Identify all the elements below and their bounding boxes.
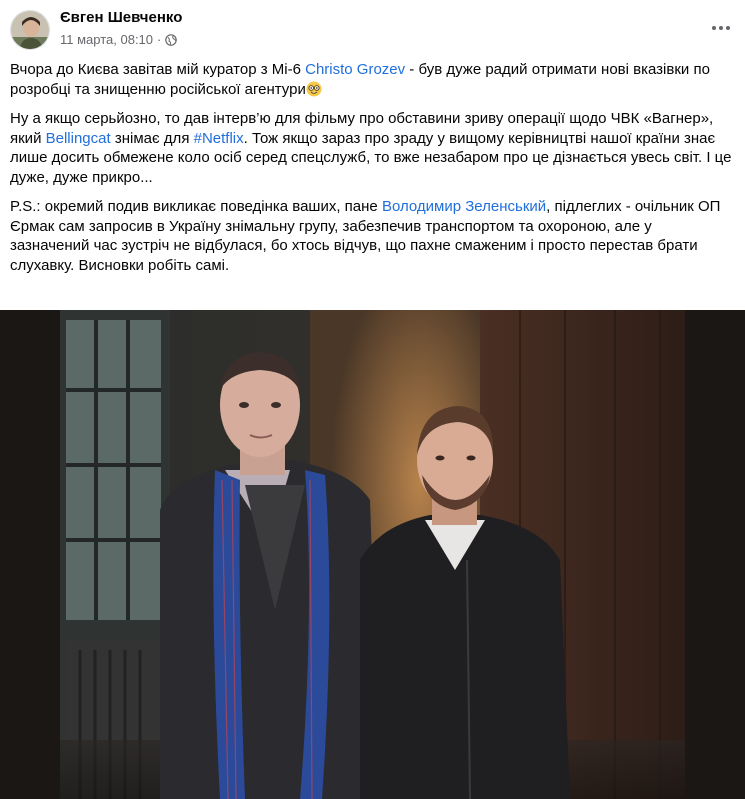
post-paragraph: P.S.: окремий подив викликає поведінка в… (10, 197, 735, 275)
post-paragraph: Ну а якщо серьйозно, то дав інтерв’ю для… (10, 109, 735, 187)
post-text: Вчора до Києва завітав мій куратор з Мі-… (10, 60, 735, 285)
globe-icon[interactable] (165, 33, 178, 46)
post-header: Євген Шевченко 11 марта, 08:10 · (0, 0, 745, 60)
post-photo[interactable] (0, 310, 745, 799)
more-options-button[interactable] (703, 10, 739, 46)
post-meta: 11 марта, 08:10 · (60, 32, 178, 47)
photo-image (60, 310, 685, 799)
meta-separator: · (157, 32, 162, 47)
mention-link[interactable]: Bellingcat (46, 130, 111, 147)
author-avatar[interactable] (10, 10, 50, 50)
author-name[interactable]: Євген Шевченко (60, 9, 182, 26)
paragraph-text: P.S.: окремий подив викликає поведінка в… (10, 198, 382, 215)
paragraph-text: Вчора до Києва завітав мій куратор з Мі-… (10, 61, 306, 78)
nerd-face-emoji (306, 81, 322, 97)
facebook-post: Євген Шевченко 11 марта, 08:10 · Вчора д… (0, 0, 745, 799)
paragraph-text: знімає для (110, 129, 194, 147)
post-timestamp[interactable]: 11 марта, 08:10 (60, 32, 153, 47)
mention-link[interactable]: #Netflix (194, 130, 244, 147)
mention-link[interactable]: Christo Grozev (305, 61, 405, 78)
mention-link[interactable]: Володимир Зеленський (382, 198, 546, 215)
more-horizontal-icon (711, 25, 731, 31)
post-paragraph: Вчора до Києва завітав мій куратор з Мі-… (10, 60, 735, 99)
